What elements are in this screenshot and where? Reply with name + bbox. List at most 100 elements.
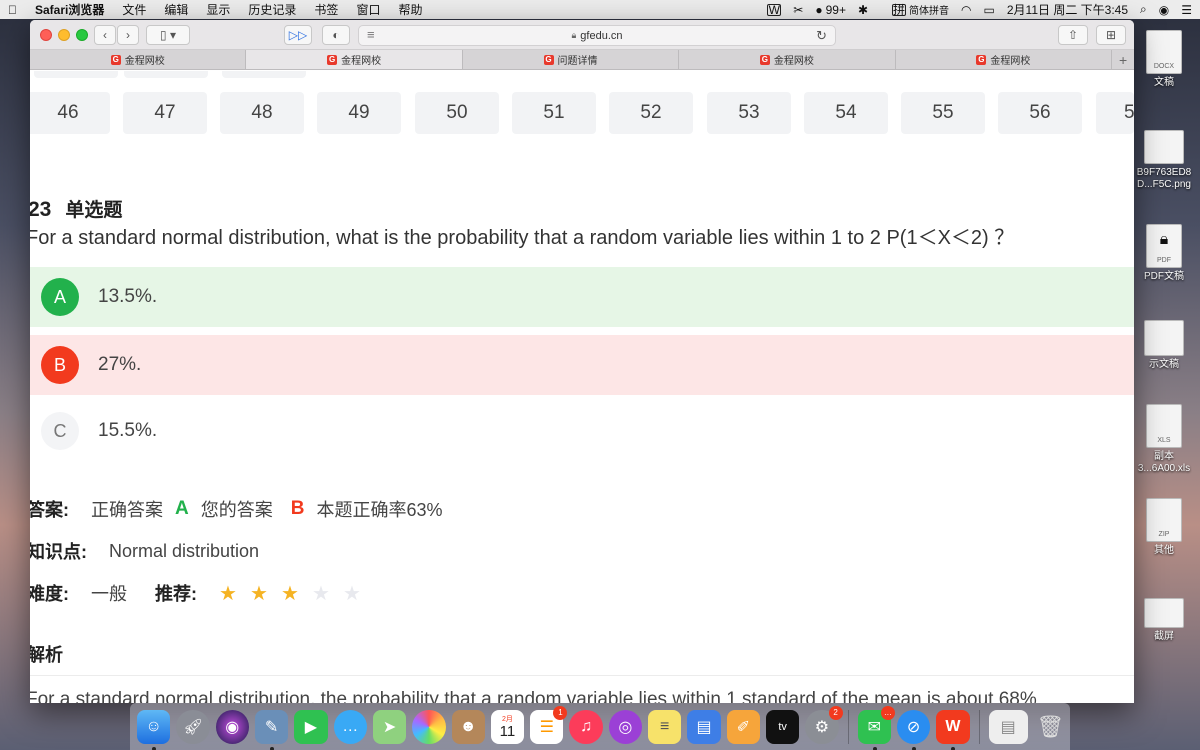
spreadsheet-icon: XLS <box>1146 404 1182 448</box>
option-text: 27%. <box>98 354 142 375</box>
podcasts-icon[interactable]: ◎ <box>608 709 643 744</box>
knowledge-point-row: 知识点: Normal distribution <box>30 538 259 564</box>
dock: ☺ 🚀︎ ◉ ✎ ▶ … ➤ ☻ 2月 11 ☰ 1 ♫ ◎ ≡ ▤ ✐ tv ⚙… <box>130 703 1070 750</box>
menu-file[interactable]: 文件 <box>122 1 146 18</box>
contacts-icon[interactable]: ☻ <box>451 709 485 744</box>
extension-button[interactable]: ▷▷ <box>284 25 312 45</box>
back-button[interactable]: ‹ <box>94 25 116 45</box>
tab-1[interactable]: G 金程网校 <box>30 50 247 69</box>
photos-icon[interactable] <box>412 709 446 744</box>
question-number-button[interactable]: 51 <box>512 92 596 134</box>
menu-bookmarks[interactable]: 书签 <box>314 1 338 18</box>
gfedu-favicon-icon: G <box>976 54 987 65</box>
question-number-button[interactable]: 5 <box>1096 92 1134 134</box>
datetime[interactable]: 2月11日 周二 下午3:45 <box>1007 1 1128 18</box>
document-icon: DOCX <box>1146 30 1182 74</box>
tab-5[interactable]: G 金程网校 <box>896 50 1113 69</box>
tab-overview-button[interactable]: ⊞ <box>1096 25 1126 45</box>
option-a[interactable]: A 13.5%. <box>30 267 1134 327</box>
calendar-icon[interactable]: 2月 11 <box>490 709 525 744</box>
new-tab-button[interactable]: + <box>1112 50 1134 69</box>
question-number-button[interactable]: 48 <box>220 92 304 134</box>
forward-button[interactable]: › <box>117 25 139 45</box>
analysis-text: For a standard normal distribution, the … <box>30 689 1037 703</box>
siri-icon[interactable]: ◉ <box>1159 3 1169 17</box>
desktop-item-presentation[interactable]: 示文稿 <box>1128 320 1200 371</box>
wechat-icon[interactable]: ✉… <box>857 705 895 750</box>
address-bar[interactable]: ≡ 🔒︎ gfedu.cn ↻ <box>358 25 836 46</box>
menu-history[interactable]: 历史记录 <box>248 1 296 18</box>
wps-office-icon[interactable]: W <box>936 709 970 750</box>
scissors-icon[interactable]: ✂ <box>793 3 803 17</box>
facetime-icon[interactable]: ▶ <box>294 709 328 744</box>
option-c[interactable]: C 15.5%. <box>30 401 1134 461</box>
zoom-window-button[interactable] <box>76 29 88 41</box>
question-number-button[interactable]: 47 <box>123 92 207 134</box>
option-b[interactable]: B 27%. <box>30 335 1134 395</box>
question-number-button[interactable]: 50 <box>415 92 499 134</box>
question-number-button[interactable]: 55 <box>901 92 985 134</box>
desktop-item-xls[interactable]: XLS 副本 3...6A00.xls <box>1128 404 1200 475</box>
desktop-item-docx[interactable]: DOCX 文稿 <box>1128 30 1200 89</box>
launchpad-icon[interactable]: 🚀︎ <box>176 709 210 744</box>
question-number-button[interactable]: 54 <box>804 92 888 134</box>
input-method-label[interactable]: 简体拼音 <box>909 2 949 17</box>
sidebar-toggle-button[interactable]: ▯ ▾ <box>146 25 190 45</box>
tab-4[interactable]: G 金程网校 <box>679 50 896 69</box>
option-letter: C <box>41 412 79 450</box>
tab-2[interactable]: G 金程网校 <box>246 50 463 69</box>
messages-icon[interactable]: … <box>333 709 367 744</box>
trash-icon[interactable]: 🗑︎ <box>1034 710 1067 744</box>
desktop-item-zip[interactable]: ZIP 其他 <box>1128 498 1200 557</box>
safari-icon[interactable]: ⊘ <box>896 709 931 750</box>
desktop-item-pdf[interactable]: 🔒︎ PDF PDF文稿 <box>1128 224 1200 283</box>
menu-window[interactable]: 窗口 <box>356 1 380 18</box>
screenshot-folder-icon <box>1144 598 1184 628</box>
privacy-report-button[interactable]: ◐ <box>322 25 350 45</box>
minimize-window-button[interactable] <box>58 29 70 41</box>
battery-icon[interactable]: ▭ <box>984 3 995 17</box>
wps-status-icon[interactable]: W <box>755 3 782 17</box>
preview-icon[interactable]: ✎ <box>254 709 289 750</box>
apple-tv-icon[interactable]: tv <box>766 709 800 744</box>
spotlight-search-icon[interactable]: ⌕ <box>1140 2 1147 17</box>
reload-icon[interactable]: ↻ <box>816 28 827 44</box>
notes-icon[interactable]: ≡ <box>648 709 682 744</box>
pages-icon[interactable]: ✐ <box>726 709 760 744</box>
control-center-icon[interactable]: ☰ <box>1181 3 1192 17</box>
notification-count[interactable]: 99+ <box>826 3 846 17</box>
tab-3[interactable]: G 问题详情 <box>463 50 680 69</box>
system-preferences-icon[interactable]: ⚙ 2 <box>805 705 843 744</box>
desktop-item-screenshots[interactable]: 截屏 <box>1128 598 1200 643</box>
reminders-icon[interactable]: ☰ 1 <box>530 705 568 744</box>
menu-help[interactable]: 帮助 <box>398 1 422 18</box>
star-icon: ★ <box>219 582 237 605</box>
keynote-icon[interactable]: ▤ <box>687 709 721 744</box>
zip-archive-icon: ZIP <box>1146 498 1182 542</box>
wechat-status-icon[interactable]: ● <box>815 3 822 17</box>
wifi-icon[interactable]: ◠ <box>961 3 971 17</box>
answer-label: 答案: <box>30 500 69 520</box>
finder-icon[interactable]: ☺ <box>137 709 171 750</box>
share-button[interactable]: ⇧ <box>1058 25 1088 45</box>
siri-dock-icon[interactable]: ◉ <box>215 709 249 744</box>
menu-app-name[interactable]: Safari浏览器 <box>35 1 104 18</box>
input-method-icon[interactable]: 拼 <box>880 3 907 17</box>
maps-icon[interactable]: ➤ <box>372 709 407 744</box>
difficulty-row: 难度: 一般 推荐: ★ ★ ★ ★ ★ <box>30 580 374 606</box>
apple-menu-icon[interactable]:  <box>8 3 17 17</box>
pdf-lock-icon: 🔒︎ PDF <box>1146 224 1182 268</box>
close-window-button[interactable] <box>40 29 52 41</box>
desktop-item-png[interactable]: B9F763ED8 D...F5C.png <box>1128 130 1200 191</box>
menu-edit[interactable]: 编辑 <box>164 1 188 18</box>
question-number-button[interactable]: 56 <box>998 92 1082 134</box>
bluetooth-icon[interactable]: ✱ <box>858 3 868 17</box>
question-number-button[interactable]: 52 <box>609 92 693 134</box>
question-number-button[interactable]: 49 <box>317 92 401 134</box>
music-icon[interactable]: ♫ <box>569 709 603 744</box>
reader-view-icon[interactable]: ≡ <box>367 27 375 42</box>
question-number-button[interactable]: 46 <box>30 92 110 134</box>
menu-view[interactable]: 显示 <box>206 1 230 18</box>
question-number-button[interactable]: 53 <box>707 92 791 134</box>
downloads-stack-icon[interactable]: ▤ <box>988 709 1028 744</box>
